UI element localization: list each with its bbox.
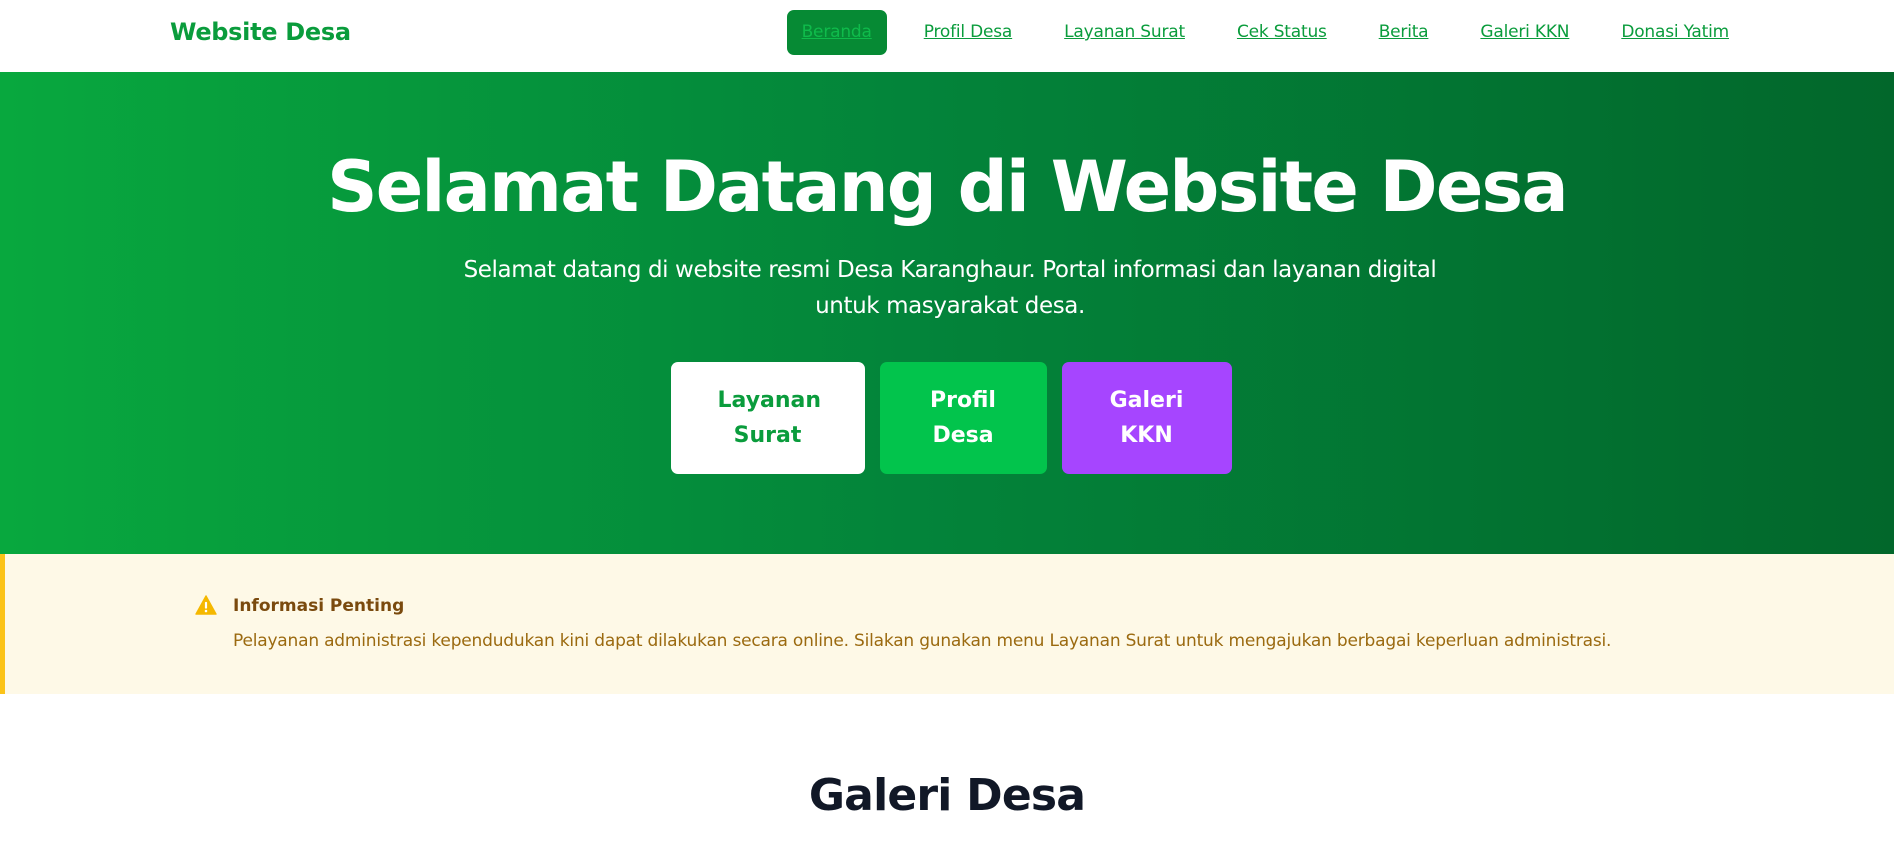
alert-message: Pelayanan administrasi kependudukan kini… bbox=[233, 631, 1612, 651]
profil-desa-button[interactable]: Profil Desa bbox=[879, 362, 1047, 474]
galeri-kkn-button[interactable]: Galeri KKN bbox=[1061, 362, 1232, 474]
alert-title: Informasi Penting bbox=[233, 596, 405, 616]
nav-link-profil-desa[interactable]: Profil Desa bbox=[909, 10, 1027, 55]
galeri-kkn-button-label: Galeri KKN bbox=[1109, 388, 1184, 448]
nav-link-galeri-kkn[interactable]: Galeri KKN bbox=[1465, 10, 1584, 55]
nav-link-cek-status[interactable]: Cek Status bbox=[1222, 10, 1342, 55]
nav-link-beranda[interactable]: Beranda bbox=[786, 10, 887, 55]
navbar: Website Desa Beranda Profil Desa Layanan… bbox=[0, 0, 1894, 72]
hero-subtitle: Selamat datang di website resmi Desa Kar… bbox=[463, 257, 1437, 319]
nav-menu: Beranda Profil Desa Layanan Surat Cek St… bbox=[786, 10, 1744, 55]
nav-link-layanan-surat[interactable]: Layanan Surat bbox=[1049, 10, 1200, 55]
warning-icon bbox=[195, 595, 217, 615]
info-alert: Informasi Penting Pelayanan administrasi… bbox=[0, 554, 1894, 694]
hero-button-group: Layanan Surat Profil Desa Galeri KKN bbox=[0, 362, 1894, 474]
profil-desa-button-label: Profil Desa bbox=[930, 388, 996, 448]
nav-link-berita[interactable]: Berita bbox=[1364, 10, 1444, 55]
nav-link-donasi-yatim[interactable]: Donasi Yatim bbox=[1606, 10, 1744, 55]
gallery-section-title: Galeri Desa bbox=[808, 770, 1086, 821]
hero-title: Selamat Datang di Website Desa bbox=[327, 146, 1569, 228]
layanan-surat-button[interactable]: Layanan Surat bbox=[670, 362, 865, 474]
hero-section: Selamat Datang di Website Desa Selamat d… bbox=[0, 72, 1894, 554]
layanan-surat-button-label: Layanan Surat bbox=[717, 388, 822, 448]
site-brand[interactable]: Website Desa bbox=[170, 18, 351, 46]
